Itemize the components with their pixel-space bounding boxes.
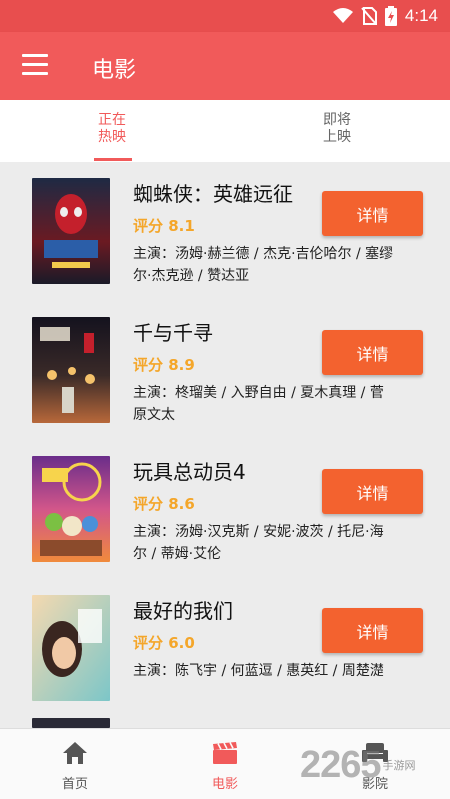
movie-score: 评分 8.6: [133, 495, 195, 513]
movie-card[interactable]: 玩具总动员4 评分 8.6 主演：汤姆·汉克斯 / 安妮·波茨 / 托尼·海 尔…: [0, 440, 450, 579]
tab-bar: 正在 热映 即将 上映: [0, 100, 450, 162]
watermark-logo: 2265 手游网: [300, 743, 416, 786]
status-time: 4:14: [404, 6, 438, 25]
tab-now-showing[interactable]: 正在 热映: [52, 112, 172, 146]
movie-cast: 主演：汤姆·赫兰德 / 杰克·吉伦哈尔 / 塞缪 尔·杰克逊 / 赞达亚: [133, 246, 394, 284]
movie-cast: 主演：汤姆·汉克斯 / 安妮·波茨 / 托尼·海 尔 / 蒂姆·艾伦: [133, 524, 384, 562]
home-icon: [63, 742, 87, 764]
movie-title: 玩具总动员4: [133, 460, 246, 484]
wifi-icon: [332, 8, 353, 23]
battery-charging-icon: [384, 6, 397, 26]
movie-list: 蜘蛛侠：英雄远征 评分 8.1 主演：汤姆·赫兰德 / 杰克·吉伦哈尔 / 塞缪…: [0, 162, 450, 728]
nav-home[interactable]: 首页: [35, 739, 115, 792]
status-bar: 4:14: [0, 0, 450, 32]
menu-icon[interactable]: [22, 54, 48, 78]
page-title: 电影: [92, 58, 137, 83]
clapperboard-icon: [213, 742, 237, 764]
tab-coming-soon[interactable]: 即将 上映: [277, 112, 397, 146]
movie-poster[interactable]: [32, 178, 110, 284]
tab-indicator: [94, 158, 132, 161]
nav-movies[interactable]: 电影: [185, 739, 265, 792]
movie-title: 蜘蛛侠：英雄远征: [133, 182, 293, 206]
movie-card[interactable]: 蜘蛛侠：英雄远征 评分 8.1 主演：汤姆·赫兰德 / 杰克·吉伦哈尔 / 塞缪…: [0, 162, 450, 301]
movie-cast: 主演：柊瑠美 / 入野自由 / 夏木真理 / 菅 原文太: [133, 385, 384, 423]
movie-poster[interactable]: [32, 595, 110, 701]
movie-score: 评分 8.1: [133, 217, 195, 235]
movie-score: 评分 8.9: [133, 356, 195, 374]
movie-cast: 主演：陈飞宇 / 何蓝逗 / 惠英红 / 周楚濋: [133, 663, 384, 679]
no-sim-icon: [361, 7, 377, 25]
movie-poster[interactable]: [32, 456, 110, 562]
detail-button[interactable]: 详情: [322, 469, 423, 514]
movie-title: 最好的我们: [133, 599, 233, 623]
movie-score: 评分 6.0: [133, 634, 195, 652]
detail-button[interactable]: 详情: [322, 608, 423, 653]
detail-button[interactable]: 详情: [322, 191, 423, 236]
movie-poster[interactable]: [32, 718, 110, 728]
movie-card[interactable]: 最好的我们 评分 6.0 主演：陈飞宇 / 何蓝逗 / 惠英红 / 周楚濋 详情: [0, 579, 450, 718]
movie-poster[interactable]: [32, 317, 110, 423]
detail-button[interactable]: 详情: [322, 330, 423, 375]
app-bar: 电影: [0, 32, 450, 100]
status-icons: 4:14: [332, 6, 438, 26]
movie-card[interactable]: 千与千寻 评分 8.9 主演：柊瑠美 / 入野自由 / 夏木真理 / 菅 原文太…: [0, 301, 450, 440]
movie-title: 千与千寻: [133, 321, 213, 345]
